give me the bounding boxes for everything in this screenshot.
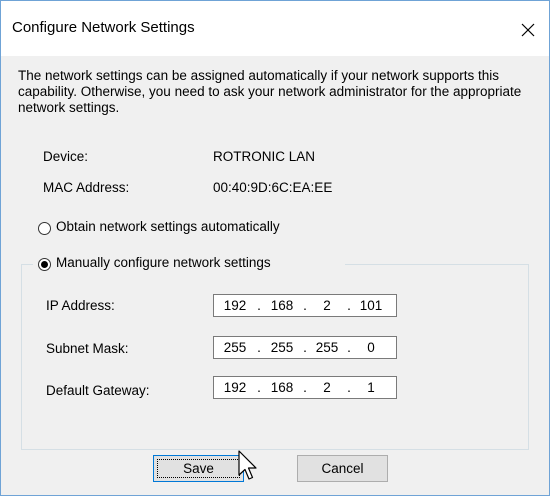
subnet-octet[interactable]: 0 [352, 340, 390, 355]
ip-octet[interactable]: 101 [352, 298, 390, 313]
subnet-octet[interactable]: 255 [308, 340, 346, 355]
ip-octet[interactable]: 2 [308, 298, 346, 313]
gateway-octet[interactable]: 1 [352, 380, 390, 395]
device-value: ROTRONIC LAN [213, 149, 316, 164]
mouse-pointer-icon [238, 450, 257, 480]
gateway-octet[interactable]: 192 [214, 380, 256, 395]
ip-octet[interactable]: 168 [262, 298, 302, 313]
subnet-mask-label: Subnet Mask: [46, 341, 129, 356]
gateway-octet[interactable]: 2 [308, 380, 346, 395]
dialog-title: Configure Network Settings [12, 19, 195, 36]
manual-settings-label[interactable]: Manually configure network settings [56, 255, 271, 270]
default-gateway-label: Default Gateway: [46, 383, 150, 398]
cancel-button-label: Cancel [321, 461, 364, 476]
ip-address-field[interactable]: 192. 168. 2. 101 [213, 294, 397, 317]
subnet-octet[interactable]: 255 [262, 340, 302, 355]
save-button[interactable]: Save [153, 455, 244, 482]
device-label: Device: [43, 149, 89, 164]
dialog-window: Configure Network Settings The network s… [0, 0, 550, 496]
ip-address-label: IP Address: [46, 298, 115, 313]
title-bar[interactable]: Configure Network Settings [1, 1, 549, 56]
subnet-octet[interactable]: 255 [214, 340, 256, 355]
focus-rectangle [157, 459, 240, 478]
auto-settings-label[interactable]: Obtain network settings automatically [56, 219, 280, 234]
close-icon [521, 23, 535, 37]
mac-address-value: 00:40:9D:6C:EA:EE [213, 180, 333, 195]
mac-address-label: MAC Address: [43, 180, 130, 195]
auto-settings-radio[interactable] [38, 222, 51, 235]
dialog-content: The network settings can be assigned aut… [1, 56, 549, 495]
subnet-mask-field[interactable]: 255. 255. 255. 0 [213, 336, 397, 359]
description-text: The network settings can be assigned aut… [18, 68, 522, 115]
ip-octet[interactable]: 192 [214, 298, 256, 313]
default-gateway-field[interactable]: 192. 168. 2. 1 [213, 376, 397, 399]
cancel-button[interactable]: Cancel [297, 455, 388, 482]
close-button[interactable] [507, 10, 549, 50]
manual-settings-radio[interactable] [38, 258, 51, 271]
gateway-octet[interactable]: 168 [262, 380, 302, 395]
